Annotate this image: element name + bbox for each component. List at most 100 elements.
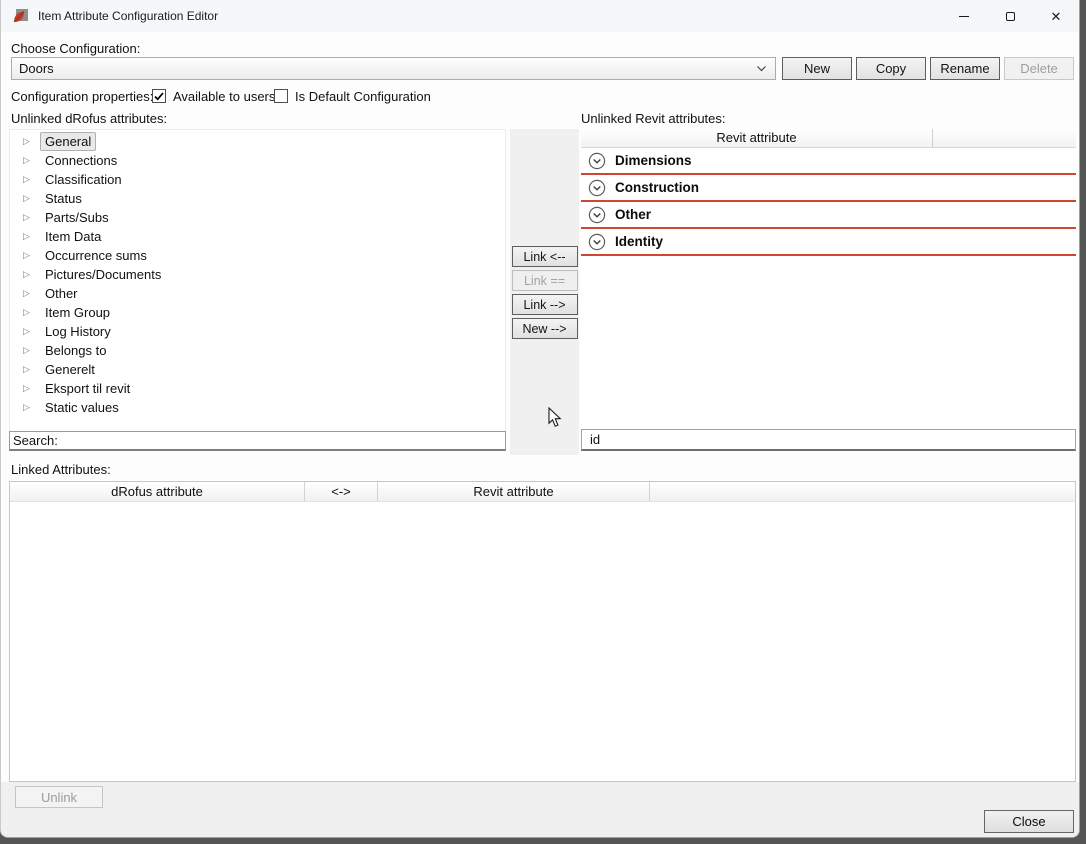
revit-attribute-column-header-linked[interactable]: Revit attribute [378,482,650,501]
tree-item-label: Static values [40,398,124,417]
revit-group-header[interactable]: Dimensions [581,148,1076,175]
linked-grid-header: dRofus attribute <-> Revit attribute [10,482,1075,502]
tree-item[interactable]: ▷ Belongs to [10,341,505,360]
tree-item-label: Connections [40,151,122,170]
tree-item[interactable]: ▷ Generelt [10,360,505,379]
expand-arrow-icon[interactable]: ▷ [23,365,33,374]
unlinked-drofus-label: Unlinked dRofus attributes: [11,111,167,126]
chevron-down-circle-icon[interactable] [588,206,606,224]
minimize-button[interactable] [941,0,987,32]
copy-button[interactable]: Copy [856,57,926,80]
expand-arrow-icon[interactable]: ▷ [23,137,33,146]
tree-item-label: Pictures/Documents [40,265,166,284]
group-label: Construction [615,180,699,195]
configuration-dropdown[interactable]: Doors [11,57,776,80]
search-input[interactable] [9,431,506,451]
new-button[interactable]: New [782,57,852,80]
revit-empty-column-header[interactable] [933,129,1076,147]
tree-item-label: Belongs to [40,341,111,360]
is-default-configuration-checkbox[interactable] [274,89,288,103]
tree-item[interactable]: ▷ Connections [10,151,505,170]
empty-column-header[interactable] [650,482,1075,501]
close-icon: ✕ [1051,10,1062,23]
tree-item[interactable]: ▷ Occurrence sums [10,246,505,265]
rename-button[interactable]: Rename [930,57,1000,80]
window-title: Item Attribute Configuration Editor [38,9,218,23]
configuration-properties-label: Configuration properties: [11,89,153,104]
expand-arrow-icon[interactable]: ▷ [23,175,33,184]
link-button-label: Link == [524,274,565,288]
tree-item-label: Parts/Subs [40,208,114,227]
tree-item[interactable]: ▷ Log History [10,322,505,341]
revit-group-list: Dimensions Construction Other [581,148,1076,256]
maximize-button[interactable] [987,0,1033,32]
tree-item[interactable]: ▷ Classification [10,170,505,189]
expand-arrow-icon[interactable]: ▷ [23,232,33,241]
link-button-label: New --> [522,322,566,336]
revit-group-header[interactable]: Construction [581,175,1076,202]
expand-arrow-icon[interactable]: ▷ [23,403,33,412]
link-right-button[interactable]: Link --> [512,294,578,315]
drofus-app-icon [13,8,29,24]
tree-item-label: Log History [40,322,116,341]
expand-arrow-icon[interactable]: ▷ [23,289,33,298]
expand-arrow-icon[interactable]: ▷ [23,156,33,165]
tree-item[interactable]: ▷ Other [10,284,505,303]
chevron-down-circle-icon[interactable] [588,152,606,170]
revit-group-header[interactable]: Other [581,202,1076,229]
linked-attributes-grid: dRofus attribute <-> Revit attribute [9,481,1076,782]
expand-arrow-icon[interactable]: ▷ [23,327,33,336]
link-left-button[interactable]: Link <-- [512,246,578,267]
maximize-icon [1006,12,1015,21]
delete-button[interactable]: Delete [1004,57,1074,80]
tree-item-label: Occurrence sums [40,246,152,265]
link-direction-column-header[interactable]: <-> [305,482,378,501]
new-right-button[interactable]: New --> [512,318,578,339]
expand-arrow-icon[interactable]: ▷ [23,213,33,222]
chevron-down-icon [756,65,767,72]
choose-configuration-label: Choose Configuration: [11,41,140,56]
tree-item-label: Other [40,284,83,303]
expand-arrow-icon[interactable]: ▷ [23,270,33,279]
revit-group-header[interactable]: Identity [581,229,1076,256]
link-button-label: Link --> [523,298,565,312]
checkmark-icon [154,92,164,101]
tree-item-label: General [40,132,96,151]
revit-filter-input[interactable] [581,429,1076,451]
drofus-attribute-column-header[interactable]: dRofus attribute [10,482,305,501]
expand-arrow-icon[interactable]: ▷ [23,384,33,393]
tree-item[interactable]: ▷ Eksport til revit [10,379,505,398]
close-window-button[interactable]: ✕ [1033,0,1079,32]
tree-item[interactable]: ▷ Parts/Subs [10,208,505,227]
tree-item[interactable]: ▷ Item Group [10,303,505,322]
configuration-dropdown-value: Doors [12,61,54,76]
chevron-down-circle-icon[interactable] [588,233,606,251]
unlink-button[interactable]: Unlink [15,786,103,808]
tree-item[interactable]: ▷ General [10,132,505,151]
expand-arrow-icon[interactable]: ▷ [23,308,33,317]
tree-item[interactable]: ▷ Pictures/Documents [10,265,505,284]
revit-attribute-panel: Revit attribute Dimensions Construction [581,129,1076,429]
minimize-icon [959,16,969,17]
expand-arrow-icon[interactable]: ▷ [23,251,33,260]
tree-item-label: Classification [40,170,127,189]
tree-item[interactable]: ▷ Status [10,189,505,208]
group-label: Identity [615,234,663,249]
revit-attribute-column-header[interactable]: Revit attribute [581,129,933,147]
link-equals-button[interactable]: Link == [512,270,578,291]
tree-item-label: Status [40,189,87,208]
expand-arrow-icon[interactable]: ▷ [23,194,33,203]
tree-item-label: Generelt [40,360,100,379]
expand-arrow-icon[interactable]: ▷ [23,346,33,355]
tree-item[interactable]: ▷ Item Data [10,227,505,246]
available-to-users-checkbox[interactable] [152,89,166,103]
is-default-configuration-label: Is Default Configuration [295,89,431,104]
unlinked-revit-label: Unlinked Revit attributes: [581,111,726,126]
chevron-down-circle-icon[interactable] [588,179,606,197]
window-controls: ✕ [941,0,1079,32]
revit-grid-header: Revit attribute [581,129,1076,148]
tree-item[interactable]: ▷ Static values [10,398,505,417]
close-button[interactable]: Close [984,810,1074,833]
group-label: Dimensions [615,153,692,168]
tree-item-label: Item Data [40,227,106,246]
